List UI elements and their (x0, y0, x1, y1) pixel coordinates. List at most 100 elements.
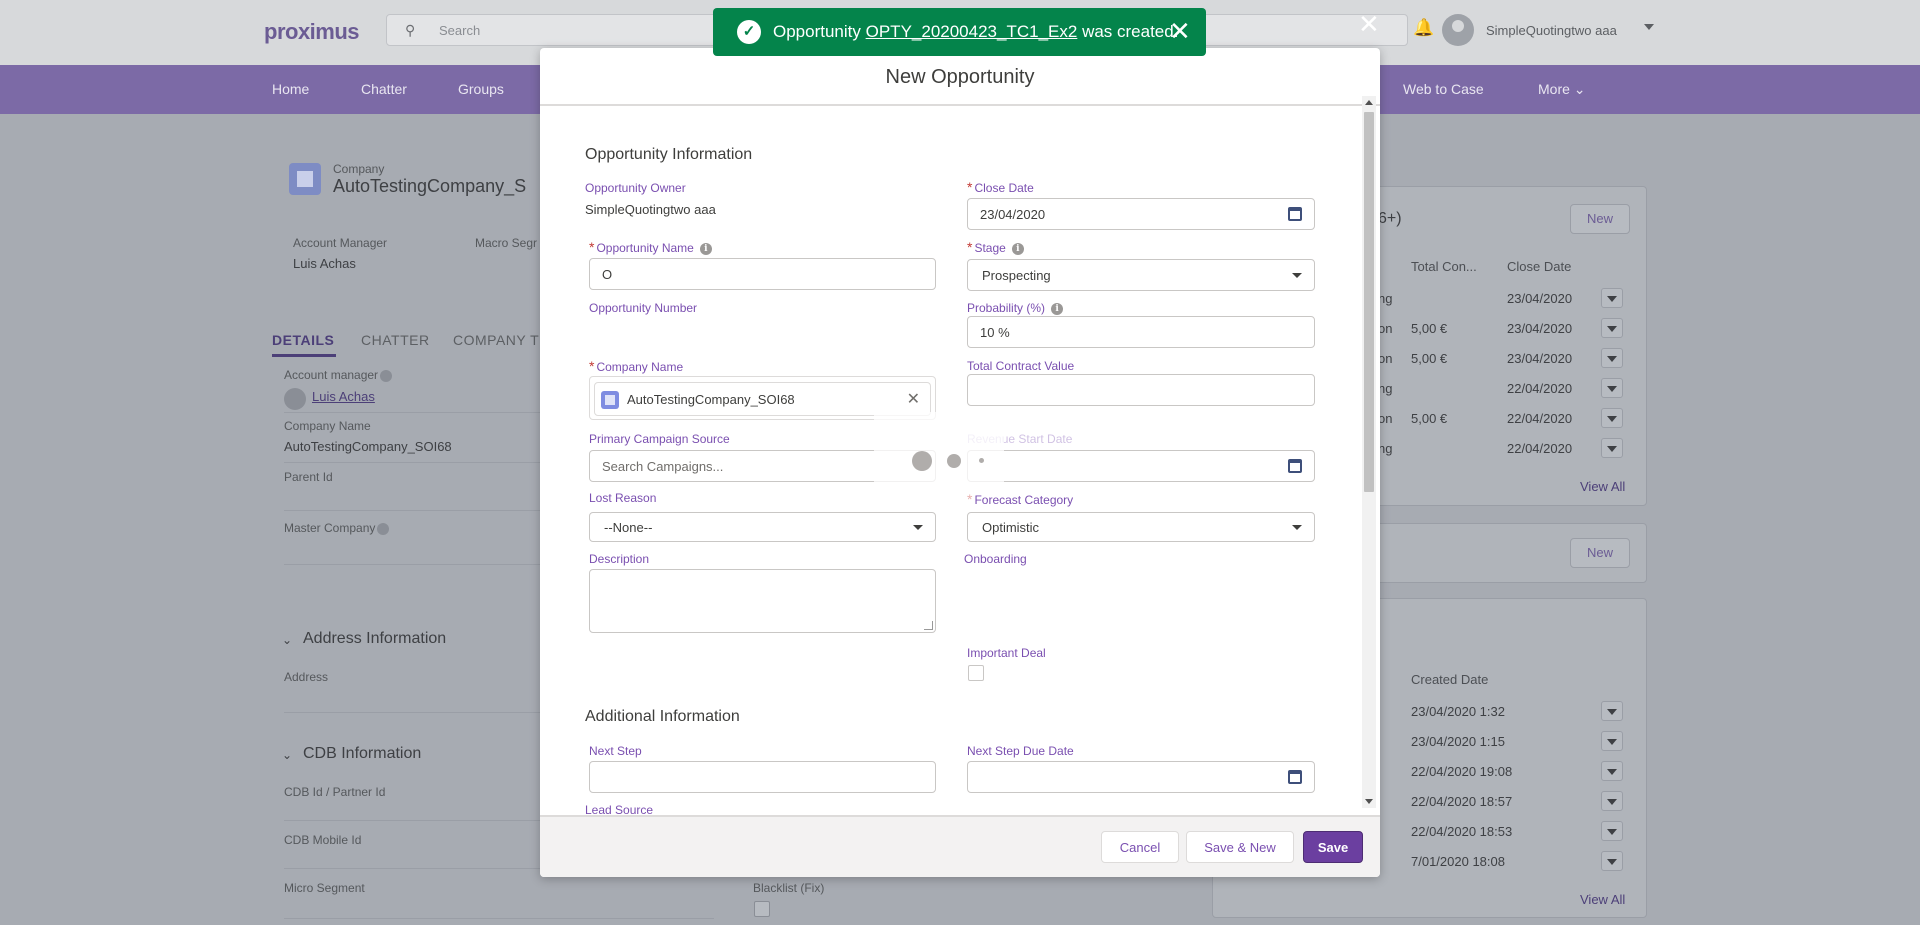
important-deal-label: Important Deal (967, 646, 1046, 660)
row-action-menu[interactable] (1601, 791, 1623, 811)
table-cell: 5,00 € (1411, 411, 1448, 426)
info-icon[interactable]: i (699, 242, 712, 255)
company-pill[interactable]: AutoTestingCompany_SOI68 ✕ (594, 382, 931, 416)
row-action-menu[interactable] (1601, 821, 1623, 841)
tab-chatter[interactable]: CHATTER (361, 332, 430, 348)
related-new-button[interactable]: New (1570, 204, 1630, 234)
parent-id-label: Parent Id (284, 470, 333, 484)
row-action-menu[interactable] (1601, 438, 1623, 458)
nav-item-more[interactable]: More ⌄ (1538, 81, 1586, 98)
stage-label: * Stage i (967, 239, 1024, 255)
calendar-icon[interactable] (1288, 207, 1302, 221)
chevron-down-icon[interactable] (1644, 24, 1654, 30)
table-cell: 7/01/2020 18:08 (1411, 854, 1505, 869)
opportunity-number-label: Opportunity Number (589, 301, 698, 315)
row-action-menu[interactable] (1601, 731, 1623, 751)
row-action-menu[interactable] (1601, 408, 1623, 428)
cdb-section-title[interactable]: CDB Information (303, 745, 421, 763)
new-opportunity-modal: New Opportunity Opportunity Information … (540, 48, 1380, 877)
close-date-label: * Close Date (967, 179, 1034, 195)
calendar-icon[interactable] (1288, 770, 1302, 784)
account-manager-link[interactable]: Luis Achas (312, 389, 375, 404)
row-action-menu[interactable] (1601, 348, 1623, 368)
revenue-start-input[interactable] (967, 450, 1315, 482)
nav-item-web-to-case[interactable]: Web to Case (1403, 81, 1484, 97)
description-textarea[interactable] (589, 569, 936, 633)
column-header: Close Date (1507, 259, 1572, 274)
row-action-menu[interactable] (1601, 288, 1623, 308)
nav-item-groups[interactable]: Groups (458, 81, 504, 97)
lost-reason-label: Lost Reason (589, 491, 657, 505)
table-cell: 23/04/2020 1:15 (1411, 734, 1505, 749)
calendar-icon[interactable] (1288, 459, 1302, 473)
user-name[interactable]: SimpleQuotingtwo aaa (1486, 23, 1617, 38)
opportunity-name-input[interactable]: O (589, 258, 936, 290)
table-cell: 22/04/2020 18:53 (1411, 824, 1513, 839)
toast-close-icon[interactable]: ✕ (1169, 17, 1191, 45)
chevron-down-icon[interactable]: ⌄ (282, 633, 292, 647)
row-action-menu[interactable] (1601, 318, 1623, 338)
table-cell: 22/04/2020 (1507, 441, 1573, 456)
row-action-menu[interactable] (1601, 761, 1623, 781)
record-title: AutoTestingCompany_S (333, 176, 527, 196)
next-step-input[interactable] (589, 761, 936, 793)
lost-reason-select[interactable]: --None-- (589, 512, 936, 542)
next-step-due-input[interactable] (967, 761, 1315, 793)
cdb-mobile-label: CDB Mobile Id (284, 833, 362, 847)
scroll-up-icon[interactable] (1365, 100, 1373, 105)
macro-segment-label: Macro Segr (475, 236, 538, 250)
related-new-button-2[interactable]: New (1570, 538, 1630, 568)
success-toast: ✓ Opportunity OPTY_20200423_TC1_Ex2 was … (713, 8, 1206, 56)
stage-select[interactable]: Prospecting (967, 259, 1315, 291)
close-icon[interactable]: ✕ (907, 389, 920, 409)
tab-company[interactable]: COMPANY T (453, 332, 539, 348)
micro-segment-label: Micro Segment (284, 881, 365, 895)
row-action-menu[interactable] (1601, 378, 1623, 398)
company-name-value: AutoTestingCompany_SOI68 (284, 439, 452, 454)
proximus-logo[interactable]: proximus (264, 19, 360, 45)
blacklist-checkbox[interactable] (754, 901, 770, 917)
next-step-label: Next Step (589, 744, 642, 758)
modal-title: New Opportunity (885, 66, 1035, 88)
info-icon[interactable]: i (1051, 302, 1064, 315)
view-all-link-2[interactable]: View All (1580, 892, 1625, 907)
row-action-menu[interactable] (1601, 701, 1623, 721)
modal-scrollbar[interactable] (1362, 96, 1376, 808)
forecast-category-select[interactable]: Optimistic (967, 512, 1315, 542)
scroll-down-icon[interactable] (1365, 799, 1373, 804)
table-cell: 5,00 € (1411, 321, 1448, 336)
row-action-menu[interactable] (1601, 851, 1623, 871)
scrollbar-thumb[interactable] (1364, 112, 1374, 492)
detail-account-manager-label: Account manager (284, 368, 393, 382)
modal-close-icon[interactable]: ✕ (1358, 11, 1380, 37)
important-deal-checkbox[interactable] (968, 665, 984, 681)
search-icon: ⚲ (405, 22, 416, 38)
address-section-title[interactable]: Address Information (303, 630, 446, 648)
bell-icon[interactable]: 🔔 (1413, 18, 1434, 38)
company-name-label: Company Name (284, 419, 371, 433)
probability-input[interactable]: 10 % (967, 316, 1315, 348)
save-button[interactable]: Save (1303, 831, 1363, 863)
info-icon (380, 369, 393, 382)
view-all-link[interactable]: View All (1580, 479, 1625, 494)
onboarding-label: Onboarding (964, 552, 1027, 566)
forecast-category-label: * Forecast Category (967, 491, 1074, 507)
close-date-input[interactable]: 23/04/2020 (967, 198, 1315, 230)
cancel-button[interactable]: Cancel (1101, 831, 1179, 863)
toast-message: Opportunity OPTY_20200423_TC1_Ex2 was cr… (773, 22, 1179, 41)
tab-details[interactable]: DETAILS (272, 332, 334, 348)
save-and-new-button[interactable]: Save & New (1186, 831, 1294, 863)
toast-record-link[interactable]: OPTY_20200423_TC1_Ex2 (866, 22, 1078, 41)
table-cell: ng (1378, 381, 1393, 396)
total-contract-value-input[interactable] (967, 374, 1315, 406)
address-label: Address (284, 670, 329, 684)
user-avatar[interactable] (1442, 14, 1474, 46)
nav-item-home[interactable]: Home (272, 81, 309, 97)
success-check-icon: ✓ (737, 20, 761, 44)
chevron-down-icon[interactable]: ⌄ (282, 748, 292, 762)
table-cell: 23/04/2020 (1507, 291, 1573, 306)
nav-item-chatter[interactable]: Chatter (361, 81, 407, 97)
company-icon (289, 163, 321, 195)
company-name-label: * Company Name (589, 358, 684, 374)
info-icon[interactable]: i (1011, 242, 1024, 255)
